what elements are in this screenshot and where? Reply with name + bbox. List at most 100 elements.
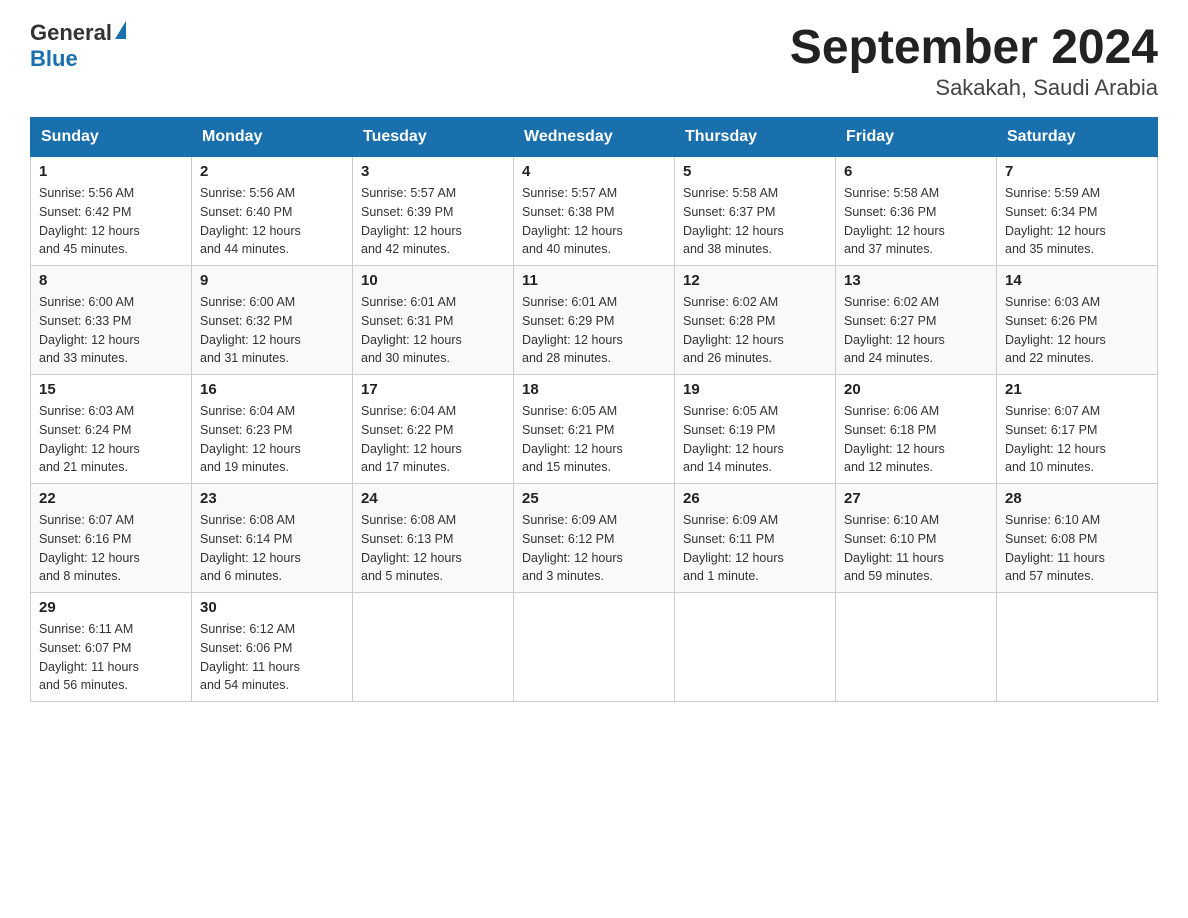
calendar-day-cell: 24 Sunrise: 6:08 AM Sunset: 6:13 PM Dayl… [353,484,514,593]
calendar-title: September 2024 [790,20,1158,75]
day-number: 27 [844,490,988,507]
daylight-label: Daylight: 12 hours [683,333,784,347]
daylight-label: Daylight: 12 hours [683,442,784,456]
calendar-day-cell: 23 Sunrise: 6:08 AM Sunset: 6:14 PM Dayl… [192,484,353,593]
sunrise-label: Sunrise: 6:04 AM [200,404,295,418]
sunset-label: Sunset: 6:12 PM [522,532,614,546]
day-info: Sunrise: 6:03 AM Sunset: 6:24 PM Dayligh… [39,402,183,477]
sunset-label: Sunset: 6:36 PM [844,205,936,219]
sunrise-label: Sunrise: 6:00 AM [39,295,134,309]
daylight-label: Daylight: 12 hours [1005,333,1106,347]
day-info: Sunrise: 6:07 AM Sunset: 6:17 PM Dayligh… [1005,402,1149,477]
sunset-label: Sunset: 6:24 PM [39,423,131,437]
calendar-day-cell: 25 Sunrise: 6:09 AM Sunset: 6:12 PM Dayl… [514,484,675,593]
day-info: Sunrise: 6:08 AM Sunset: 6:14 PM Dayligh… [200,511,344,586]
day-info: Sunrise: 6:00 AM Sunset: 6:32 PM Dayligh… [200,293,344,368]
daylight-label: Daylight: 12 hours [522,333,623,347]
calendar-day-cell: 15 Sunrise: 6:03 AM Sunset: 6:24 PM Dayl… [31,375,192,484]
calendar-day-cell: 2 Sunrise: 5:56 AM Sunset: 6:40 PM Dayli… [192,157,353,266]
calendar-day-header-thursday: Thursday [675,118,836,157]
calendar-day-cell: 3 Sunrise: 5:57 AM Sunset: 6:39 PM Dayli… [353,157,514,266]
daylight-value: and 30 minutes. [361,351,450,365]
calendar-day-cell: 29 Sunrise: 6:11 AM Sunset: 6:07 PM Dayl… [31,593,192,702]
daylight-label: Daylight: 12 hours [844,333,945,347]
day-info: Sunrise: 6:01 AM Sunset: 6:29 PM Dayligh… [522,293,666,368]
day-number: 28 [1005,490,1149,507]
daylight-value: and 21 minutes. [39,460,128,474]
calendar-week-row: 15 Sunrise: 6:03 AM Sunset: 6:24 PM Dayl… [31,375,1158,484]
logo-text-blue: Blue [30,46,78,71]
sunrise-label: Sunrise: 6:05 AM [683,404,778,418]
sunrise-label: Sunrise: 6:08 AM [361,513,456,527]
day-number: 3 [361,163,505,180]
daylight-value: and 56 minutes. [39,678,128,692]
calendar-day-cell: 6 Sunrise: 5:58 AM Sunset: 6:36 PM Dayli… [836,157,997,266]
day-number: 6 [844,163,988,180]
day-number: 10 [361,272,505,289]
calendar-day-cell: 22 Sunrise: 6:07 AM Sunset: 6:16 PM Dayl… [31,484,192,593]
sunset-label: Sunset: 6:42 PM [39,205,131,219]
day-info: Sunrise: 5:56 AM Sunset: 6:40 PM Dayligh… [200,184,344,259]
sunrise-label: Sunrise: 6:02 AM [683,295,778,309]
day-info: Sunrise: 5:58 AM Sunset: 6:37 PM Dayligh… [683,184,827,259]
day-number: 11 [522,272,666,289]
calendar-day-cell: 13 Sunrise: 6:02 AM Sunset: 6:27 PM Dayl… [836,266,997,375]
sunset-label: Sunset: 6:34 PM [1005,205,1097,219]
sunrise-label: Sunrise: 6:01 AM [361,295,456,309]
daylight-value: and 19 minutes. [200,460,289,474]
daylight-value: and 31 minutes. [200,351,289,365]
daylight-label: Daylight: 12 hours [361,442,462,456]
daylight-label: Daylight: 12 hours [683,551,784,565]
day-info: Sunrise: 6:02 AM Sunset: 6:27 PM Dayligh… [844,293,988,368]
calendar-day-header-sunday: Sunday [31,118,192,157]
daylight-value: and 54 minutes. [200,678,289,692]
sunrise-label: Sunrise: 5:58 AM [683,186,778,200]
daylight-label: Daylight: 12 hours [844,442,945,456]
calendar-day-header-saturday: Saturday [997,118,1158,157]
daylight-value: and 40 minutes. [522,242,611,256]
day-number: 26 [683,490,827,507]
sunrise-label: Sunrise: 5:56 AM [39,186,134,200]
daylight-value: and 45 minutes. [39,242,128,256]
sunset-label: Sunset: 6:07 PM [39,641,131,655]
calendar-day-cell: 1 Sunrise: 5:56 AM Sunset: 6:42 PM Dayli… [31,157,192,266]
calendar-day-cell: 20 Sunrise: 6:06 AM Sunset: 6:18 PM Dayl… [836,375,997,484]
sunset-label: Sunset: 6:37 PM [683,205,775,219]
daylight-value: and 38 minutes. [683,242,772,256]
daylight-label: Daylight: 12 hours [39,442,140,456]
day-number: 20 [844,381,988,398]
daylight-value: and 8 minutes. [39,569,121,583]
daylight-value: and 57 minutes. [1005,569,1094,583]
sunrise-label: Sunrise: 6:07 AM [1005,404,1100,418]
day-info: Sunrise: 6:09 AM Sunset: 6:11 PM Dayligh… [683,511,827,586]
daylight-value: and 6 minutes. [200,569,282,583]
daylight-label: Daylight: 12 hours [844,224,945,238]
sunset-label: Sunset: 6:14 PM [200,532,292,546]
day-info: Sunrise: 6:04 AM Sunset: 6:23 PM Dayligh… [200,402,344,477]
sunrise-label: Sunrise: 5:57 AM [522,186,617,200]
day-number: 16 [200,381,344,398]
day-number: 15 [39,381,183,398]
calendar-day-cell: 17 Sunrise: 6:04 AM Sunset: 6:22 PM Dayl… [353,375,514,484]
calendar-day-cell: 18 Sunrise: 6:05 AM Sunset: 6:21 PM Dayl… [514,375,675,484]
sunset-label: Sunset: 6:38 PM [522,205,614,219]
calendar-week-row: 1 Sunrise: 5:56 AM Sunset: 6:42 PM Dayli… [31,157,1158,266]
calendar-day-cell: 12 Sunrise: 6:02 AM Sunset: 6:28 PM Dayl… [675,266,836,375]
daylight-label: Daylight: 11 hours [200,660,300,674]
daylight-label: Daylight: 12 hours [200,442,301,456]
daylight-value: and 42 minutes. [361,242,450,256]
sunset-label: Sunset: 6:39 PM [361,205,453,219]
sunrise-label: Sunrise: 6:04 AM [361,404,456,418]
day-number: 24 [361,490,505,507]
sunset-label: Sunset: 6:27 PM [844,314,936,328]
daylight-label: Daylight: 11 hours [1005,551,1105,565]
day-info: Sunrise: 5:58 AM Sunset: 6:36 PM Dayligh… [844,184,988,259]
sunset-label: Sunset: 6:21 PM [522,423,614,437]
sunrise-label: Sunrise: 5:56 AM [200,186,295,200]
calendar-day-cell: 27 Sunrise: 6:10 AM Sunset: 6:10 PM Dayl… [836,484,997,593]
calendar-day-cell: 26 Sunrise: 6:09 AM Sunset: 6:11 PM Dayl… [675,484,836,593]
daylight-value: and 1 minute. [683,569,759,583]
sunrise-label: Sunrise: 6:09 AM [522,513,617,527]
sunrise-label: Sunrise: 5:59 AM [1005,186,1100,200]
calendar-day-cell [514,593,675,702]
